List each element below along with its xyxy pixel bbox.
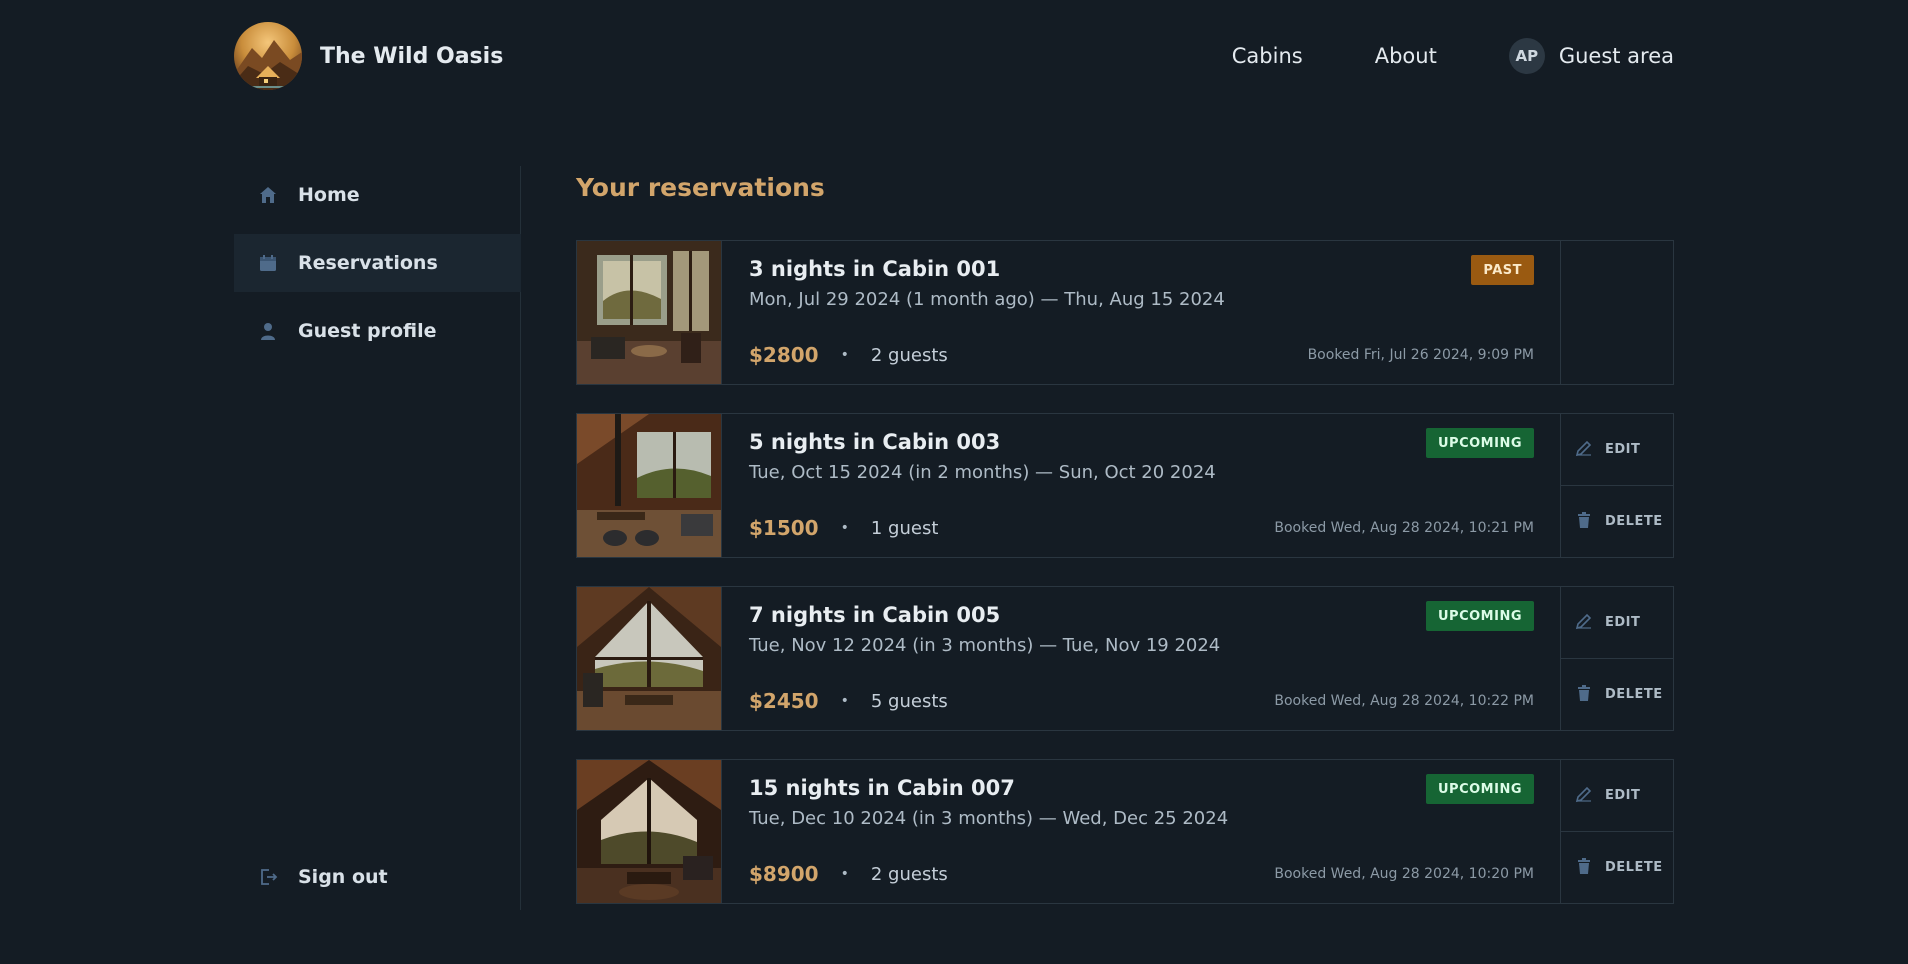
calendar-icon bbox=[258, 253, 278, 273]
separator-dot: • bbox=[840, 866, 849, 882]
pencil-icon bbox=[1575, 785, 1593, 807]
pencil-icon bbox=[1575, 439, 1593, 461]
reservation-details: 15 nights in Cabin 007 Tue, Dec 10 2024 … bbox=[721, 760, 1561, 903]
reservation-card: 7 nights in Cabin 005 Tue, Nov 12 2024 (… bbox=[576, 586, 1674, 731]
edit-label: EDIT bbox=[1605, 615, 1641, 630]
status-badge: PAST bbox=[1471, 255, 1534, 285]
reservation-title: 7 nights in Cabin 005 bbox=[749, 603, 1001, 627]
user-icon bbox=[258, 321, 278, 341]
cabin-image bbox=[577, 760, 721, 903]
reservation-guests: 5 guests bbox=[870, 690, 948, 712]
sidebar-item-guest-profile[interactable]: Guest profile bbox=[234, 302, 521, 360]
delete-button[interactable]: DELETE bbox=[1561, 831, 1673, 903]
sidebar-item-label: Reservations bbox=[298, 252, 438, 274]
sign-out-button[interactable]: Sign out bbox=[234, 848, 521, 906]
reservation-title: 3 nights in Cabin 001 bbox=[749, 257, 1001, 281]
trash-icon bbox=[1575, 684, 1593, 706]
reservation-actions: EDIT DELETE bbox=[1561, 760, 1673, 903]
reservation-price: $2800 bbox=[749, 343, 819, 367]
cabin-image bbox=[577, 241, 721, 384]
separator-dot: • bbox=[840, 520, 849, 536]
reservation-details: 3 nights in Cabin 001 Mon, Jul 29 2024 (… bbox=[721, 241, 1561, 384]
home-icon bbox=[258, 185, 278, 205]
reservation-dates: Tue, Dec 10 2024 (in 3 months) — Wed, De… bbox=[749, 808, 1229, 829]
separator-dot: • bbox=[840, 693, 849, 709]
site-header: The Wild Oasis Cabins About AP Guest are… bbox=[234, 22, 1674, 90]
reservation-price: $1500 bbox=[749, 516, 819, 540]
reservations-panel: Your reservations 3 nights in Cabin 001 … bbox=[576, 166, 1674, 904]
delete-button[interactable]: DELETE bbox=[1561, 658, 1673, 730]
edit-label: EDIT bbox=[1605, 442, 1641, 457]
sidebar-item-label: Home bbox=[298, 184, 360, 206]
reservation-price: $2450 bbox=[749, 689, 819, 713]
reservation-guests: 2 guests bbox=[870, 863, 948, 885]
booked-date: Booked Wed, Aug 28 2024, 10:21 PM bbox=[1274, 520, 1534, 536]
brand-name: The Wild Oasis bbox=[320, 43, 504, 69]
status-badge: UPCOMING bbox=[1426, 601, 1534, 631]
sidebar-item-reservations[interactable]: Reservations bbox=[234, 234, 521, 292]
reservation-title: 15 nights in Cabin 007 bbox=[749, 776, 1015, 800]
main-nav: Cabins About AP Guest area bbox=[1232, 38, 1674, 74]
reservation-price: $8900 bbox=[749, 862, 819, 886]
reservation-actions: EDIT DELETE bbox=[1561, 414, 1673, 557]
reservation-card: 5 nights in Cabin 003 Tue, Oct 15 2024 (… bbox=[576, 413, 1674, 558]
cabin-image bbox=[577, 414, 721, 557]
account-sidebar: Home Reservations Guest profile Sign out bbox=[234, 166, 521, 910]
mountain-cabin-logo bbox=[234, 22, 302, 90]
booked-date: Booked Wed, Aug 28 2024, 10:22 PM bbox=[1274, 693, 1534, 709]
trash-icon bbox=[1575, 857, 1593, 879]
delete-button[interactable]: DELETE bbox=[1561, 485, 1673, 557]
sidebar-item-home[interactable]: Home bbox=[234, 166, 521, 224]
avatar: AP bbox=[1508, 38, 1545, 74]
sign-out-icon bbox=[258, 867, 278, 887]
sidebar-item-label: Sign out bbox=[298, 866, 388, 888]
status-badge: UPCOMING bbox=[1426, 774, 1534, 804]
reservation-title: 5 nights in Cabin 003 bbox=[749, 430, 1001, 454]
edit-button[interactable]: EDIT bbox=[1561, 587, 1673, 658]
reservation-dates: Tue, Nov 12 2024 (in 3 months) — Tue, No… bbox=[749, 635, 1221, 656]
guest-area-link[interactable]: AP Guest area bbox=[1508, 38, 1674, 74]
guest-area-label: Guest area bbox=[1558, 44, 1674, 68]
delete-label: DELETE bbox=[1605, 687, 1663, 702]
reservation-card: 3 nights in Cabin 001 Mon, Jul 29 2024 (… bbox=[576, 240, 1674, 385]
booked-date: Booked Fri, Jul 26 2024, 9:09 PM bbox=[1307, 347, 1534, 363]
reservation-details: 7 nights in Cabin 005 Tue, Nov 12 2024 (… bbox=[721, 587, 1561, 730]
reservation-dates: Tue, Oct 15 2024 (in 2 months) — Sun, Oc… bbox=[749, 462, 1216, 483]
edit-button[interactable]: EDIT bbox=[1561, 760, 1673, 831]
reservation-actions: EDIT DELETE bbox=[1561, 587, 1673, 730]
cabin-image bbox=[577, 587, 721, 730]
edit-label: EDIT bbox=[1605, 788, 1641, 803]
delete-label: DELETE bbox=[1605, 514, 1663, 529]
reservation-details: 5 nights in Cabin 003 Tue, Oct 15 2024 (… bbox=[721, 414, 1561, 557]
reservation-guests: 1 guest bbox=[870, 517, 939, 539]
page-title: Your reservations bbox=[576, 173, 825, 202]
delete-label: DELETE bbox=[1605, 860, 1663, 875]
sidebar-item-label: Guest profile bbox=[298, 320, 437, 342]
pencil-icon bbox=[1575, 612, 1593, 634]
reservation-actions bbox=[1561, 241, 1673, 384]
nav-cabins-link[interactable]: Cabins bbox=[1232, 44, 1303, 68]
trash-icon bbox=[1575, 511, 1593, 533]
reservation-card: 15 nights in Cabin 007 Tue, Dec 10 2024 … bbox=[576, 759, 1674, 904]
booked-date: Booked Wed, Aug 28 2024, 10:20 PM bbox=[1274, 866, 1534, 882]
status-badge: UPCOMING bbox=[1426, 428, 1534, 458]
nav-about-link[interactable]: About bbox=[1375, 44, 1437, 68]
edit-button[interactable]: EDIT bbox=[1561, 414, 1673, 485]
separator-dot: • bbox=[840, 347, 849, 363]
brand-link[interactable]: The Wild Oasis bbox=[234, 22, 503, 90]
reservation-guests: 2 guests bbox=[870, 344, 948, 366]
reservation-dates: Mon, Jul 29 2024 (1 month ago) — Thu, Au… bbox=[749, 289, 1225, 310]
